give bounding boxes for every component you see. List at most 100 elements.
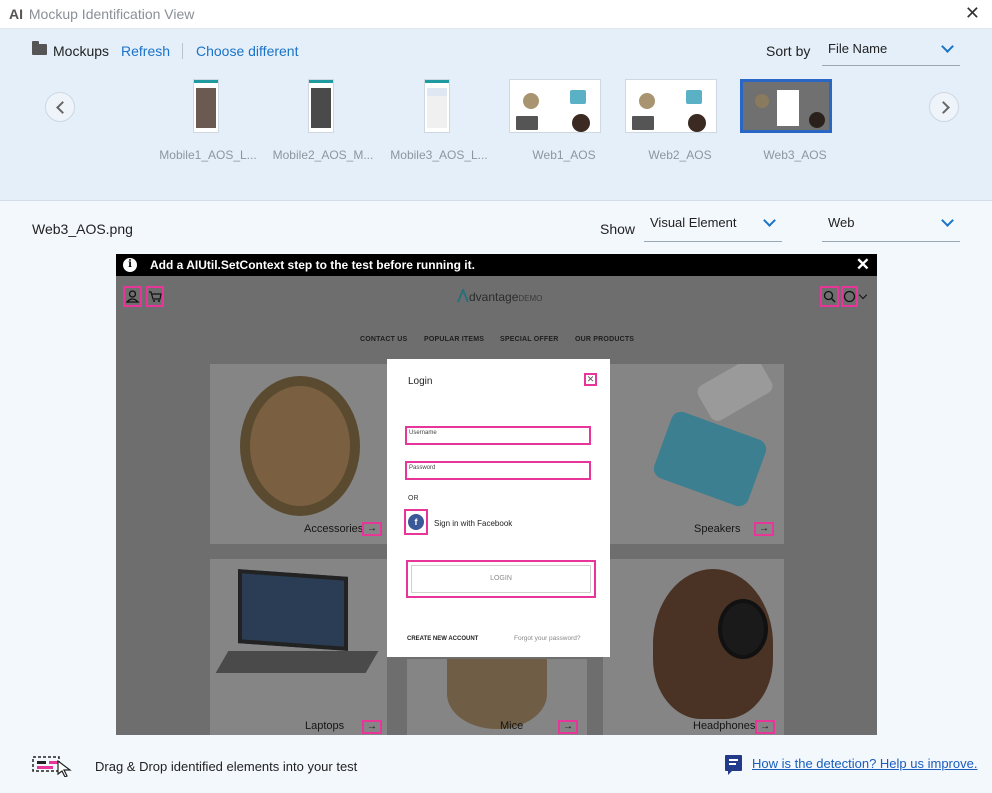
close-icon[interactable]: ✕ [965, 4, 980, 22]
thumbnail-caption: Mobile2_AOS_M... [272, 148, 374, 162]
facebook-signin-button[interactable]: f [404, 509, 428, 535]
tile-label: Accessories [304, 523, 364, 535]
context-banner: i Add a AIUtil.SetContext step to the te… [116, 254, 877, 276]
next-thumbnails-button[interactable] [929, 92, 959, 122]
thumbnail-caption: Web1_AOS [532, 148, 596, 162]
tile-speakers[interactable]: Speakers [610, 364, 784, 544]
thumbnail-image [509, 79, 601, 133]
mouse-image [447, 659, 547, 729]
thumbnail-caption: Web2_AOS [648, 148, 712, 162]
thumbnail-mobile3[interactable]: Mobile3_AOS_L... [384, 79, 494, 169]
laptops-arrow-icon[interactable]: → [362, 720, 382, 734]
show-dropdown[interactable]: Visual Element [644, 211, 782, 242]
divider [182, 43, 183, 59]
help-improve-link[interactable]: How is the detection? Help us improve. [752, 756, 977, 771]
login-button[interactable]: LOGIN [406, 560, 596, 598]
headphones-image [718, 599, 768, 659]
thumbnail-mobile1[interactable]: Mobile1_AOS_L... [153, 79, 263, 169]
mockup-gallery: Mockups Refresh Choose different Sort by… [0, 29, 992, 201]
forgot-password-link[interactable]: Forgot your password? [514, 635, 580, 642]
drag-drop-hint: Drag & Drop identified elements into you… [95, 759, 358, 774]
login-close-icon[interactable]: ✕ [584, 373, 597, 386]
tile-headphones[interactable]: Headphones [603, 559, 784, 735]
laptop-keyboard [215, 651, 379, 673]
thumbnail-image [193, 79, 219, 133]
search-icon[interactable] [820, 286, 839, 307]
thumbnail-image [424, 79, 450, 133]
username-field[interactable]: Username [405, 426, 591, 445]
show-label: Show [600, 221, 636, 237]
login-title: Login [408, 376, 433, 387]
thumbnail-web3-selected[interactable]: Web3_AOS [740, 79, 850, 169]
file-name: Web3_AOS.png [32, 221, 133, 237]
feedback-icon[interactable] [725, 755, 742, 775]
mice-arrow-icon[interactable]: → [558, 720, 578, 734]
speaker-image [651, 409, 769, 509]
logo-suffix: DEMO [518, 294, 543, 303]
banner-close-icon[interactable]: ✕ [856, 255, 870, 275]
refresh-link[interactable]: Refresh [121, 43, 170, 59]
menu-contact-us[interactable]: CONTACT US [360, 336, 407, 343]
tile-label: Speakers [694, 523, 741, 535]
chevron-down-icon [763, 214, 776, 227]
password-placeholder: Password [409, 465, 436, 471]
thumbnail-image [625, 79, 717, 133]
footer: Drag & Drop identified elements into you… [0, 737, 992, 793]
user-icon[interactable] [123, 286, 142, 307]
tile-accessories[interactable]: Accessories [210, 364, 387, 544]
username-placeholder: Username [409, 430, 437, 436]
tile-label: Headphones [693, 720, 756, 732]
or-label: OR [408, 495, 419, 502]
thumbnail-caption: Web3_AOS [763, 148, 827, 162]
facebook-icon: f [408, 514, 424, 530]
chevron-down-icon [941, 40, 954, 53]
choose-different-link[interactable]: Choose different [196, 43, 298, 59]
info-icon: i [123, 258, 137, 272]
cart-icon[interactable] [146, 286, 164, 307]
thumbnail-image [308, 79, 334, 133]
logo-main: dvantage [469, 290, 519, 304]
chevron-down-icon[interactable] [858, 290, 868, 300]
tile-label: Mice [500, 720, 524, 732]
speaker-image [240, 376, 360, 516]
prev-thumbnails-button[interactable] [45, 92, 75, 122]
drag-drop-icon [32, 756, 72, 777]
password-field[interactable]: Password [405, 461, 591, 480]
viewer-header: Web3_AOS.png Show Visual Element Web [0, 201, 992, 253]
thumbnail-web1[interactable]: Web1_AOS [509, 79, 619, 169]
mockup-canvas: i Add a AIUtil.SetContext step to the te… [116, 254, 877, 735]
help-icon[interactable] [841, 286, 858, 307]
speakers-arrow-icon[interactable]: → [754, 522, 774, 536]
tile-laptops[interactable]: Laptops [210, 559, 387, 735]
sort-by-label: Sort by [766, 43, 811, 59]
login-button-label: LOGIN [411, 565, 591, 593]
show-value: Visual Element [650, 215, 737, 230]
platform-value: Web [828, 215, 855, 230]
accessories-arrow-icon[interactable]: → [362, 522, 382, 536]
headphones-arrow-icon[interactable]: → [755, 720, 775, 734]
site-logo: dvantageDEMO [457, 287, 543, 304]
login-dialog: Login ✕ Username Password OR f Sign in w… [387, 359, 610, 657]
title-bar: AI Mockup Identification View ✕ [0, 0, 992, 29]
thumbnail-caption: Mobile1_AOS_L... [159, 148, 257, 162]
laptop-image [238, 569, 348, 651]
thumbnail-mobile2[interactable]: Mobile2_AOS_M... [268, 79, 378, 169]
facebook-label[interactable]: Sign in with Facebook [434, 519, 512, 528]
menu-popular-items[interactable]: POPULAR ITEMS [424, 336, 484, 343]
tile-label: Laptops [305, 720, 345, 732]
window-title: AI Mockup Identification View [9, 6, 195, 22]
banner-message: Add a AIUtil.SetContext step to the test… [150, 258, 475, 272]
chevron-down-icon [941, 214, 954, 227]
menu-special-offer[interactable]: SPECIAL OFFER [500, 336, 558, 343]
speaker-image [694, 364, 776, 424]
menu-our-products[interactable]: OUR PRODUCTS [575, 336, 634, 343]
thumbnail-image [740, 79, 832, 133]
platform-dropdown[interactable]: Web [822, 211, 960, 242]
sort-dropdown[interactable]: File Name [822, 37, 960, 66]
thumbnail-web2[interactable]: Web2_AOS [625, 79, 735, 169]
sort-value: File Name [828, 41, 888, 56]
folder-icon [32, 41, 47, 55]
create-account-link[interactable]: CREATE NEW ACCOUNT [407, 636, 478, 642]
thumbnail-caption: Mobile3_AOS_L... [390, 148, 488, 162]
mockups-label: Mockups [53, 43, 110, 59]
